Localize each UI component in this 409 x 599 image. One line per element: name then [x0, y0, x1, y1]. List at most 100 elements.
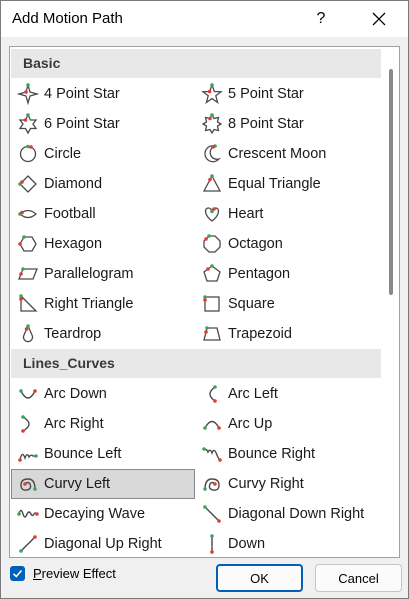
motion-path-item-pentagon[interactable]: Pentagon — [196, 260, 378, 288]
crescent-moon-icon — [204, 144, 221, 163]
cancel-button[interactable]: Cancel — [315, 564, 402, 592]
motion-path-item-football[interactable]: Football — [12, 200, 194, 228]
motion-path-item-label: 4 Point Star — [44, 86, 120, 102]
section-header: Basic — [11, 49, 381, 78]
checkmark-icon — [12, 569, 23, 578]
motion-path-item-down[interactable]: Down — [196, 530, 378, 557]
equal-triangle-icon — [202, 174, 222, 192]
motion-path-item-label: Equal Triangle — [228, 176, 321, 192]
motion-path-item-right-triangle[interactable]: Right Triangle — [12, 290, 194, 318]
parallelogram-icon — [18, 267, 38, 280]
motion-path-item-label: Square — [228, 296, 275, 312]
bounce-right-icon — [202, 447, 222, 462]
motion-path-item-label: Hexagon — [44, 236, 103, 252]
5-point-star-icon — [201, 83, 223, 105]
preview-effect-checkbox[interactable] — [10, 566, 25, 581]
motion-path-item-label: Diagonal Down Right — [228, 506, 365, 522]
motion-path-item-label: Arc Up — [228, 416, 273, 432]
motion-path-item-circle[interactable]: Circle — [12, 140, 194, 168]
title-bar: Add Motion Path ? — [1, 1, 408, 37]
motion-path-item-4-point-star[interactable]: 4 Point Star — [12, 80, 194, 108]
motion-path-item-label: Trapezoid — [228, 326, 292, 342]
diagonal-up-right-icon — [19, 535, 37, 553]
motion-path-item-label: Bounce Left — [44, 446, 122, 462]
motion-path-item-curvy-right[interactable]: Curvy Right — [196, 470, 378, 498]
motion-path-item-bounce-right[interactable]: Bounce Right — [196, 440, 378, 468]
motion-path-item-crescent-moon[interactable]: Crescent Moon — [196, 140, 378, 168]
motion-path-item-bounce-left[interactable]: Bounce Left — [12, 440, 194, 468]
motion-path-item-label: Diagonal Up Right — [44, 536, 162, 552]
square-icon — [203, 295, 220, 312]
curvy-right-icon — [203, 478, 220, 491]
trapezoid-icon — [203, 326, 221, 341]
motion-path-item-label: Diamond — [44, 176, 103, 192]
motion-path-item-5-point-star[interactable]: 5 Point Star — [196, 80, 378, 108]
add-motion-path-dialog: Add Motion Path ? Basic 4 Point Star 5 Poi… — [0, 0, 409, 599]
motion-path-item-decaying-wave[interactable]: Decaying Wave — [12, 500, 194, 528]
arc-right-icon — [21, 415, 30, 433]
motion-path-item-trapezoid[interactable]: Trapezoid — [196, 320, 378, 348]
scrollbar-thumb[interactable] — [389, 69, 393, 295]
close-button[interactable] — [357, 1, 401, 37]
diagonal-down-right-icon — [203, 505, 221, 523]
right-triangle-icon — [19, 294, 38, 312]
bounce-left-icon — [18, 453, 38, 462]
motion-path-item-heart[interactable]: Heart — [196, 200, 378, 228]
motion-path-item-teardrop[interactable]: Teardrop — [12, 320, 194, 348]
motion-path-item-label: Pentagon — [228, 266, 291, 282]
diamond-icon — [18, 175, 37, 193]
motion-path-item-label: Decaying Wave — [44, 506, 146, 522]
motion-path-item-arc-down[interactable]: Arc Down — [12, 380, 194, 408]
motion-path-item-arc-right[interactable]: Arc Right — [12, 410, 194, 438]
help-button[interactable]: ? — [299, 1, 343, 37]
arc-down-icon — [19, 389, 37, 399]
section-header-label: Basic — [23, 55, 61, 71]
motion-path-item-diamond[interactable]: Diamond — [12, 170, 194, 198]
motion-path-item-label: Arc Right — [44, 416, 104, 432]
motion-path-item-octagon[interactable]: Octagon — [196, 230, 378, 258]
motion-path-item-label: Parallelogram — [44, 266, 134, 282]
motion-path-item-diagonal-up-right[interactable]: Diagonal Up Right — [12, 530, 194, 557]
4-point-star-icon — [17, 83, 39, 105]
teardrop-icon — [22, 324, 34, 343]
motion-path-item-label: 8 Point Star — [228, 116, 304, 132]
motion-path-item-curvy-left[interactable]: Curvy Left — [11, 469, 195, 499]
motion-path-item-hexagon[interactable]: Hexagon — [12, 230, 194, 258]
pentagon-icon — [203, 264, 221, 282]
motion-path-item-label: Circle — [44, 146, 82, 162]
motion-path-item-6-point-star[interactable]: 6 Point Star — [12, 110, 194, 138]
motion-path-item-label: Octagon — [228, 236, 283, 252]
section-header: Lines_Curves — [11, 349, 381, 378]
arc-up-icon — [203, 420, 221, 430]
motion-path-item-arc-left[interactable]: Arc Left — [196, 380, 378, 408]
motion-path-item-square[interactable]: Square — [196, 290, 378, 318]
close-icon — [372, 12, 386, 26]
decaying-wave-icon — [17, 509, 39, 518]
motion-path-item-label: Crescent Moon — [228, 146, 327, 162]
motion-path-item-diagonal-down-right[interactable]: Diagonal Down Right — [196, 500, 378, 528]
dialog-title: Add Motion Path — [12, 10, 123, 27]
ok-button[interactable]: OK — [216, 564, 303, 592]
vertical-scrollbar[interactable] — [383, 47, 399, 557]
section-header-label: Lines_Curves — [23, 355, 115, 371]
motion-path-item-label: 6 Point Star — [44, 116, 120, 132]
motion-path-item-8-point-star[interactable]: 8 Point Star — [196, 110, 378, 138]
motion-path-item-label: Right Triangle — [44, 296, 134, 312]
motion-path-item-label: 5 Point Star — [228, 86, 304, 102]
motion-path-item-label: Down — [228, 536, 266, 552]
football-icon — [18, 209, 37, 219]
motion-path-item-arc-up[interactable]: Arc Up — [196, 410, 378, 438]
motion-path-item-label: Arc Left — [228, 386, 278, 402]
6-point-star-icon — [18, 113, 38, 135]
motion-path-item-label: Heart — [228, 206, 264, 222]
motion-path-list[interactable]: Basic 4 Point Star 5 Point Star 6 Point Sta… — [9, 46, 400, 558]
down-icon — [210, 534, 214, 554]
preview-effect-label[interactable]: Preview Effect — [33, 566, 116, 581]
hexagon-icon — [18, 235, 37, 252]
octagon-icon — [203, 234, 221, 253]
motion-path-item-parallelogram[interactable]: Parallelogram — [12, 260, 194, 288]
circle-icon — [19, 144, 37, 163]
motion-path-item-label: Curvy Right — [228, 476, 304, 492]
heart-icon — [204, 207, 220, 222]
motion-path-item-equal-triangle[interactable]: Equal Triangle — [196, 170, 378, 198]
